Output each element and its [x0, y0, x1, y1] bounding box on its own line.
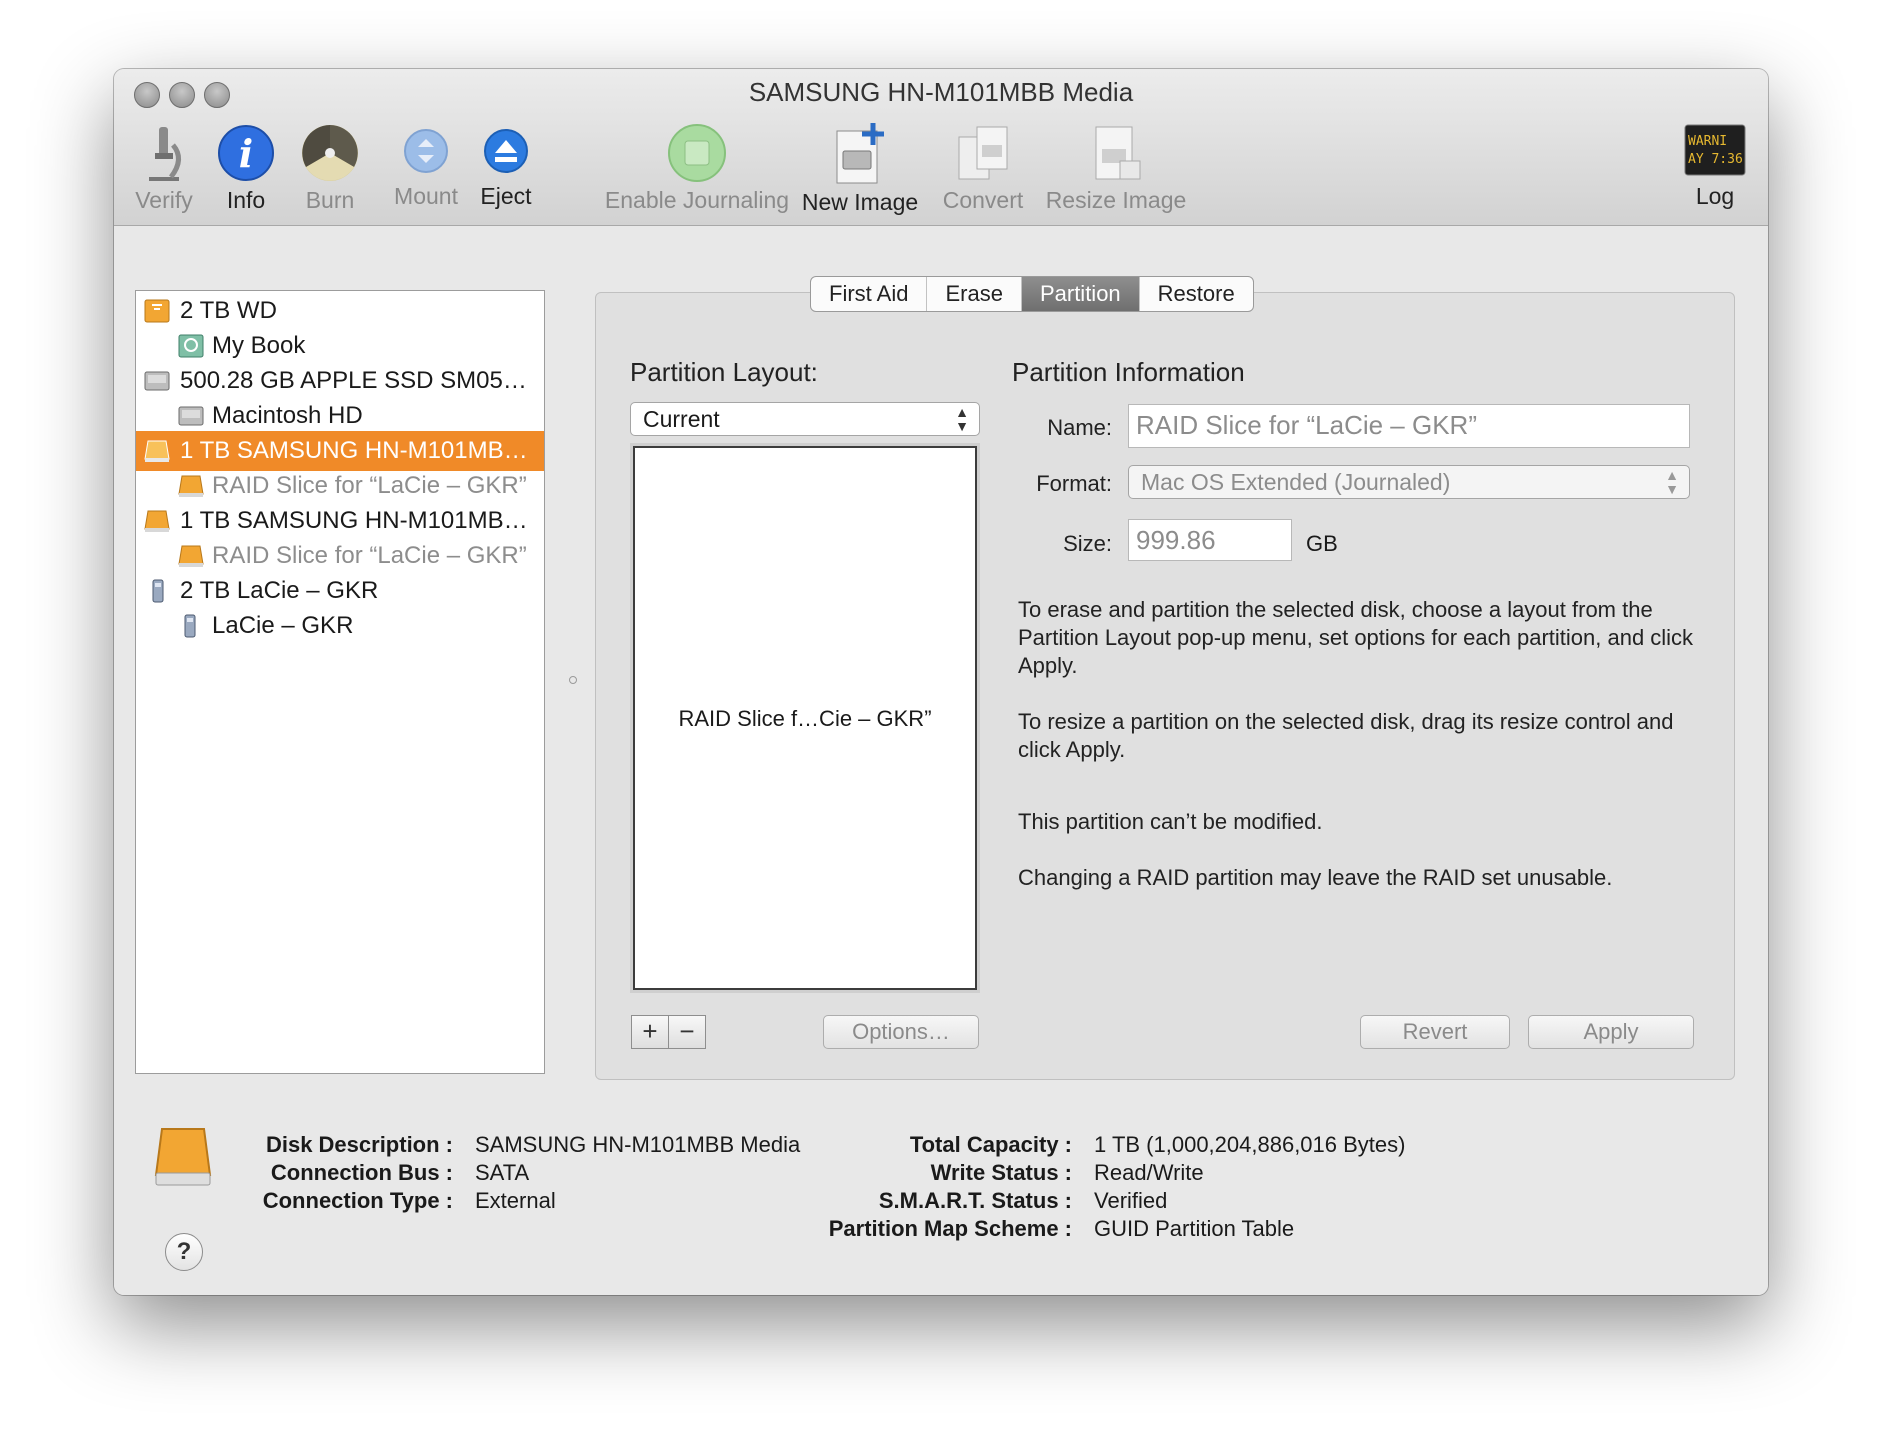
tab-restore[interactable]: Restore	[1140, 277, 1253, 311]
write-status-value: Read/Write	[1094, 1160, 1204, 1185]
popup-arrows-icon: ▲ ▼	[955, 404, 969, 434]
resize-image-button[interactable]: Resize Image	[1042, 123, 1190, 214]
firewire-drive-icon	[144, 299, 170, 323]
disk-list-item[interactable]: 2 TB WD	[136, 291, 544, 331]
disk-list-item[interactable]: 500.28 GB APPLE SSD SM05…	[136, 361, 544, 401]
new-image-button[interactable]: New Image	[800, 123, 920, 216]
partition-name-field[interactable]: RAID Slice for “LaCie – GKR”	[1128, 404, 1690, 448]
partition-layout-value: Current	[643, 406, 720, 432]
internal-volume-icon	[178, 406, 204, 426]
title-bar: SAMSUNG HN-M101MBB Media Verify i Info B…	[114, 69, 1768, 226]
disk-list-item[interactable]: My Book	[136, 326, 544, 366]
partition-layout-popup[interactable]: Current ▲ ▼	[630, 402, 980, 436]
connection-type-value: External	[475, 1188, 556, 1213]
disk-list-item-selected[interactable]: 1 TB SAMSUNG HN-M101MB…	[136, 431, 544, 471]
total-capacity-label: Total Capacity :	[909, 1132, 1072, 1157]
external-volume-icon	[178, 545, 204, 567]
raid-volume-icon	[184, 614, 196, 638]
erase-help-text: To erase and partition the selected disk…	[1018, 597, 1694, 678]
log-button[interactable]: WARNI AY 7:36 Log	[1680, 123, 1750, 210]
mount-icon	[404, 129, 448, 173]
convert-button[interactable]: Convert	[930, 123, 1036, 214]
revert-button[interactable]: Revert	[1360, 1015, 1510, 1049]
svg-text:WARNI: WARNI	[1688, 134, 1727, 149]
eject-icon	[484, 129, 528, 173]
svg-text:AY 7:36: AY 7:36	[1688, 152, 1743, 167]
raid-warning-message: Changing a RAID partition may leave the …	[1018, 865, 1613, 890]
microscope-icon	[149, 127, 181, 181]
apply-button[interactable]: Apply	[1528, 1015, 1694, 1049]
eject-button[interactable]: Eject	[456, 123, 556, 210]
write-status-label: Write Status :	[930, 1160, 1072, 1185]
journaling-icon	[668, 124, 726, 182]
partition-format-popup[interactable]: Mac OS Extended (Journaled) ▲ ▼	[1128, 465, 1690, 499]
add-partition-button[interactable]: +	[631, 1015, 669, 1049]
name-label: Name:	[1047, 415, 1112, 440]
info-icon: i	[218, 125, 274, 181]
disk-list-item[interactable]: 1 TB SAMSUNG HN-M101MB…	[136, 501, 544, 541]
partition-map-label: RAID Slice f…Cie – GKR”	[678, 706, 932, 731]
disk-description-label: Disk Description :	[265, 1132, 453, 1157]
disk-list-item[interactable]: 2 TB LaCie – GKR	[136, 571, 544, 611]
partition-map-scheme-label: Partition Map Scheme :	[828, 1216, 1072, 1241]
help-button[interactable]: ?	[165, 1233, 203, 1271]
disk-list-item[interactable]: LaCie – GKR	[136, 606, 544, 646]
disk-list-item[interactable]: RAID Slice for “LaCie – GKR”	[136, 536, 544, 576]
partition-map-scheme-value: GUID Partition Table	[1094, 1216, 1295, 1241]
resize-help-text: To resize a partition on the selected di…	[1018, 709, 1674, 762]
tab-erase[interactable]: Erase	[927, 277, 1022, 311]
raid-set-icon	[152, 579, 164, 603]
total-capacity-value: 1 TB (1,000,204,886,016 Bytes)	[1094, 1132, 1406, 1157]
log-icon: WARNI AY 7:36	[1684, 124, 1746, 176]
time-machine-volume-icon	[178, 334, 204, 358]
window-title: SAMSUNG HN-M101MBB Media	[748, 77, 1134, 107]
external-volume-icon	[178, 475, 204, 497]
tab-first-aid[interactable]: First Aid	[811, 277, 928, 311]
burn-icon	[302, 125, 358, 181]
popup-arrows-icon: ▲ ▼	[1665, 467, 1679, 497]
disk-description-value: SAMSUNG HN-M101MBB Media	[475, 1132, 801, 1157]
partition-layout-label: Partition Layout:	[630, 357, 818, 387]
burn-button[interactable]: Burn	[280, 123, 380, 214]
disk-list-item[interactable]: Macintosh HD	[136, 396, 544, 436]
convert-icon	[958, 126, 1008, 180]
remove-partition-button[interactable]: −	[668, 1015, 706, 1049]
partition-information-heading: Partition Information	[1012, 357, 1245, 387]
partition-format-value: Mac OS Extended (Journaled)	[1141, 469, 1451, 495]
new-image-icon	[836, 123, 884, 184]
disk-list[interactable]: 2 TB WD My Book 500.28 GB APPLE SSD SM05…	[135, 290, 545, 1074]
tab-partition[interactable]: Partition	[1021, 277, 1140, 311]
cannot-modify-message: This partition can’t be modified.	[1018, 809, 1323, 834]
external-drive-icon	[144, 440, 170, 462]
svg-text:i: i	[239, 131, 253, 176]
external-drive-icon	[144, 510, 170, 532]
internal-drive-icon	[144, 371, 170, 391]
smart-status-label: S.M.A.R.T. Status :	[878, 1188, 1072, 1213]
size-unit: GB	[1306, 531, 1338, 556]
smart-status-value: Verified	[1094, 1188, 1168, 1213]
disk-list-item[interactable]: RAID Slice for “LaCie – GKR”	[136, 466, 544, 506]
enable-journaling-button[interactable]: Enable Journaling	[590, 123, 804, 214]
splitter-handle[interactable]	[569, 676, 577, 684]
size-label: Size:	[1063, 531, 1112, 556]
options-button[interactable]: Options…	[823, 1015, 979, 1049]
resize-image-icon	[1095, 126, 1141, 180]
connection-bus-value: SATA	[475, 1160, 530, 1185]
format-label: Format:	[1036, 471, 1112, 496]
connection-bus-label: Connection Bus :	[270, 1160, 453, 1185]
partition-map[interactable]: RAID Slice f…Cie – GKR”	[633, 446, 977, 990]
tab-bar: First Aid Erase Partition Restore	[810, 276, 1254, 312]
connection-type-label: Connection Type :	[262, 1188, 453, 1213]
partition-size-field[interactable]: 999.86	[1128, 519, 1292, 561]
